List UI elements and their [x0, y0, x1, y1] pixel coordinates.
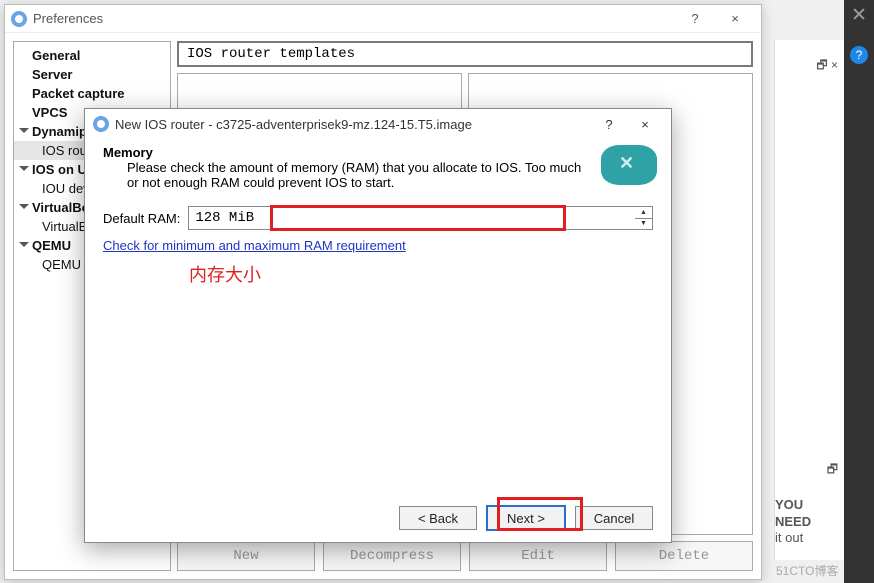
- edit-button[interactable]: Edit: [469, 541, 607, 571]
- pin-icon: 🗗 ×: [816, 56, 838, 77]
- tree-packet-capture[interactable]: Packet capture: [14, 84, 170, 103]
- back-button[interactable]: < Back: [399, 506, 477, 530]
- decompress-button[interactable]: Decompress: [323, 541, 461, 571]
- default-ram-input[interactable]: [188, 206, 653, 230]
- new-ios-router-wizard: New IOS router - c3725-adventerprisek9-m…: [84, 108, 672, 543]
- wizard-app-icon: [93, 116, 109, 132]
- app-icon: [11, 11, 27, 27]
- annotation-memory-size: 内存大小: [189, 261, 653, 287]
- next-button[interactable]: Next >: [487, 506, 565, 530]
- router-icon: [601, 145, 657, 185]
- wizard-section-title: Memory: [103, 145, 595, 160]
- tree-general[interactable]: General: [14, 46, 170, 65]
- spin-down-icon[interactable]: ▼: [635, 219, 652, 230]
- bg-footer-text: YOU NEED it out: [775, 497, 840, 546]
- default-ram-label: Default RAM:: [103, 211, 180, 226]
- new-button[interactable]: New: [177, 541, 315, 571]
- background-right-panel: 🗗 × 🗗 YOU NEED it out: [774, 40, 844, 560]
- watermark: 51CTO博客: [776, 562, 838, 579]
- wizard-section-desc: Please check the amount of memory (RAM) …: [103, 160, 583, 190]
- prefs-help-button[interactable]: ?: [675, 11, 715, 26]
- preferences-titlebar: Preferences ? ×: [5, 5, 761, 33]
- tree-server[interactable]: Server: [14, 65, 170, 84]
- prefs-close-button[interactable]: ×: [715, 11, 755, 26]
- ram-spinner[interactable]: ▲ ▼: [635, 206, 653, 230]
- help-bubble-icon: ?: [850, 46, 868, 64]
- background-strip: ?: [844, 0, 874, 583]
- cancel-button[interactable]: Cancel: [575, 506, 653, 530]
- ram-requirements-link[interactable]: Check for minimum and maximum RAM requir…: [103, 238, 406, 253]
- bg-close-icon: [852, 7, 866, 21]
- wizard-close-button[interactable]: ×: [627, 117, 663, 132]
- spin-up-icon[interactable]: ▲: [635, 207, 652, 219]
- wizard-title: New IOS router - c3725-adventerprisek9-m…: [115, 117, 472, 132]
- content-heading: IOS router templates: [177, 41, 753, 67]
- preferences-title: Preferences: [33, 11, 103, 26]
- bg-you-need: YOU NEED: [775, 497, 811, 528]
- bg-it-out: it out: [775, 530, 803, 545]
- delete-button[interactable]: Delete: [615, 541, 753, 571]
- wizard-titlebar: New IOS router - c3725-adventerprisek9-m…: [85, 109, 671, 139]
- restore-icon: 🗗: [827, 460, 838, 481]
- wizard-help-button[interactable]: ?: [591, 117, 627, 132]
